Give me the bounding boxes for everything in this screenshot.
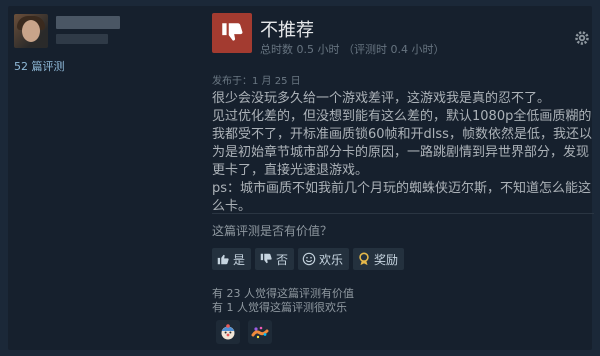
review-paragraph: 很少会没玩多久给一个游戏差评，这游戏我是真的忍不了。 <box>212 91 551 106</box>
vote-yes-button[interactable]: 是 <box>212 248 252 270</box>
review-card: 52 篇评测 不推荐 总时数 0.5 小时 （评测时 0.4 小时） 发布于：1… <box>8 6 594 350</box>
award-label: 奖励 <box>374 252 399 267</box>
award-clown-icon[interactable] <box>216 320 240 344</box>
review-paragraph: ps：城市画质不如我前几个月玩的蜘蛛侠迈尔斯，不知道怎么能这么卡。 <box>212 181 592 214</box>
playtime-info: 总时数 0.5 小时 （评测时 0.4 小时） <box>260 43 445 56</box>
helpful-question: 这篇评测是否有价值？ <box>212 224 333 238</box>
vote-yes-label: 是 <box>233 252 246 267</box>
vote-no-label: 否 <box>276 252 289 267</box>
vote-funny-label: 欢乐 <box>319 252 344 267</box>
reviewer-panel: 52 篇评测 <box>14 14 194 73</box>
review-body: 很少会没玩多久给一个游戏差评，这游戏我是真的忍不了。 见过优化差的，但没想到能有… <box>212 90 594 216</box>
gear-icon[interactable] <box>574 30 590 46</box>
vote-funny-button[interactable]: 欢乐 <box>298 248 350 270</box>
reviewer-review-count[interactable]: 52 篇评测 <box>14 58 65 74</box>
reviewer-subtitle-redacted <box>56 34 108 44</box>
posted-date: 发布于：1 月 25 日 <box>212 76 301 87</box>
vote-no-button[interactable]: 否 <box>255 248 295 270</box>
smiley-icon <box>302 252 316 266</box>
divider <box>212 213 594 214</box>
avatar-face <box>22 20 40 42</box>
thumbs-down-icon <box>212 13 252 53</box>
feedback-buttons: 是 否 欢乐 奖励 <box>212 248 405 270</box>
thumbs-up-icon <box>217 254 229 265</box>
award-ribbon-icon <box>359 252 369 266</box>
award-clap-icon[interactable] <box>248 320 272 344</box>
reviewer-avatar[interactable] <box>14 14 48 48</box>
review-verdict[interactable]: 不推荐 <box>260 16 314 42</box>
reviewer-name-redacted[interactable] <box>56 16 120 29</box>
award-button[interactable]: 奖励 <box>353 248 405 270</box>
review-paragraph: 见过优化差的，但没想到能有这么差的，默认1080p全低画质糊的我都受不了，开标准… <box>212 109 592 178</box>
thumbs-down-icon <box>260 253 272 264</box>
funny-count: 有 1 人觉得这篇评测很欢乐 <box>212 301 347 314</box>
